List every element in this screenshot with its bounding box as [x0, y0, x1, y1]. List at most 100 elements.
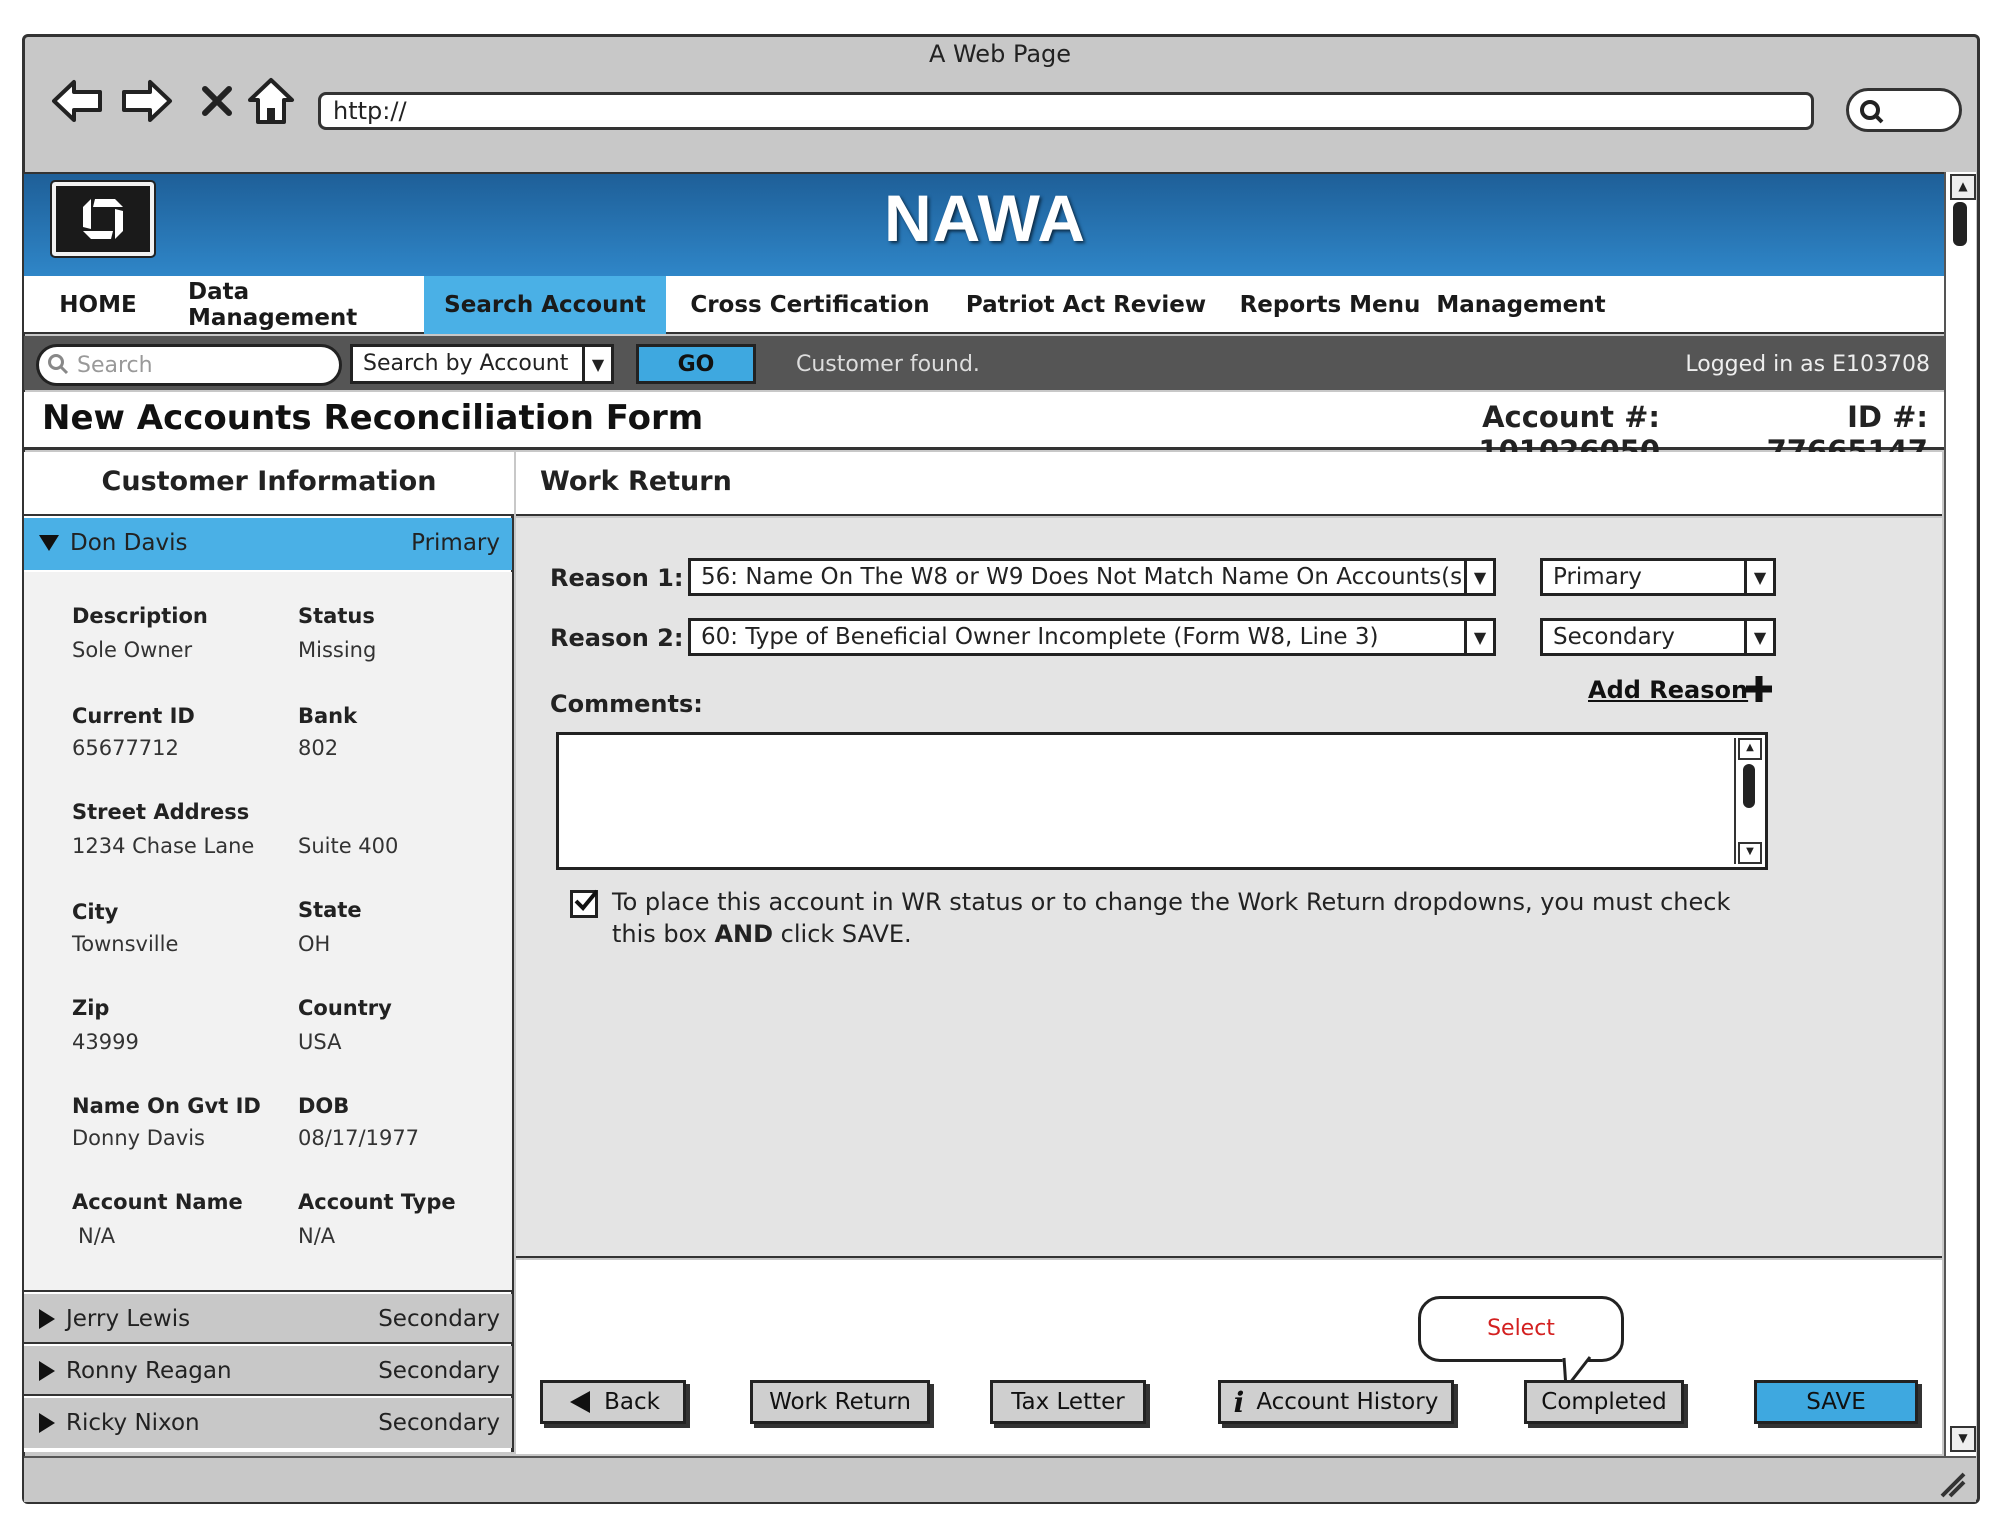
field-value: Townsville	[72, 932, 179, 956]
customer-details: Description Sole Owner Status Missing Cu…	[24, 572, 512, 1292]
nav-reports-menu[interactable]: Reports Menu	[1232, 276, 1428, 334]
action-bar	[516, 1260, 1942, 1454]
wr-status-checkbox[interactable]	[570, 889, 598, 918]
back-button[interactable]: Back	[540, 1380, 686, 1424]
back-arrow-icon[interactable]	[48, 72, 106, 130]
scroll-up-icon[interactable]: ▲	[1950, 174, 1976, 200]
reason1-label: Reason 1:	[550, 564, 684, 592]
customer-row-primary[interactable]: Don Davis Primary	[24, 518, 512, 570]
browser-status-bar	[24, 1456, 1976, 1502]
scroll-thumb[interactable]	[1743, 764, 1755, 808]
triangle-right-icon	[39, 1413, 55, 1433]
chevron-down-icon[interactable]: ▼	[1744, 621, 1773, 653]
url-bar[interactable]: http://	[318, 92, 1814, 130]
home-icon[interactable]	[242, 72, 300, 130]
field-label: City	[72, 900, 119, 924]
search-by-value: Search by Account	[363, 351, 569, 376]
field-label: Account Name	[72, 1190, 243, 1214]
chevron-down-icon[interactable]: ▼	[1744, 561, 1773, 593]
nav-patriot-act-review[interactable]: Patriot Act Review	[964, 276, 1208, 334]
reason2-role-value: Secondary	[1553, 624, 1675, 650]
back-label: Back	[604, 1389, 660, 1415]
field-value: Sole Owner	[72, 638, 193, 662]
forward-arrow-icon[interactable]	[118, 72, 176, 130]
scroll-down-icon[interactable]: ▼	[1738, 842, 1762, 864]
nav-home[interactable]: HOME	[40, 276, 156, 334]
completed-button[interactable]: Completed	[1524, 1380, 1684, 1424]
reason1-select[interactable]: 56: Name On The W8 or W9 Does Not Match …	[688, 558, 1496, 596]
magnifier-icon	[1860, 100, 1884, 124]
customer-role: Secondary	[378, 1306, 500, 1332]
field-value: N/A	[78, 1224, 116, 1248]
field-label: Description	[72, 604, 208, 628]
field-value: USA	[298, 1030, 342, 1054]
checkmark-icon	[574, 889, 597, 911]
page-scrollbar[interactable]: ▲ ▼	[1944, 172, 1976, 1456]
nav-search-account[interactable]: Search Account	[424, 276, 666, 334]
nav-management[interactable]: Management	[1436, 276, 1605, 334]
browser-search-field[interactable]	[1846, 88, 1962, 132]
field-value: N/A	[298, 1224, 336, 1248]
nav-cross-certification[interactable]: Cross Certification	[690, 276, 930, 334]
select-callout: Select	[1418, 1296, 1624, 1362]
save-button[interactable]: SAVE	[1754, 1380, 1918, 1424]
field-value: 65677712	[72, 736, 179, 760]
reason2-label: Reason 2:	[550, 624, 684, 652]
field-value: 802	[298, 736, 339, 760]
logged-in-user: Logged in as E103708	[1685, 352, 1930, 377]
field-value: Donny Davis	[72, 1126, 205, 1150]
field-label: Status	[298, 604, 375, 628]
customer-role: Primary	[411, 530, 500, 556]
nav-data-management[interactable]: Data Management	[188, 276, 414, 334]
scroll-up-icon[interactable]: ▲	[1738, 738, 1762, 760]
search-by-select[interactable]: Search by Account ▼	[350, 344, 614, 384]
customer-name: Ronny Reagan	[66, 1358, 232, 1384]
wr-note-part2: click SAVE.	[773, 920, 912, 948]
comments-textarea[interactable]	[556, 732, 1768, 870]
browser-title: A Web Page	[928, 40, 1072, 68]
chevron-down-icon[interactable]: ▼	[582, 347, 611, 381]
reason2-select[interactable]: 60: Type of Beneficial Owner Incomplete …	[688, 618, 1496, 656]
field-label: Country	[298, 996, 392, 1020]
add-reason-link[interactable]: Add Reason	[1588, 676, 1748, 704]
field-label: DOB	[298, 1094, 350, 1118]
customer-row-secondary[interactable]: Ronny Reagan Secondary	[24, 1346, 512, 1396]
reason2-role-select[interactable]: Secondary ▼	[1540, 618, 1776, 656]
triangle-right-icon	[39, 1309, 55, 1329]
tax-letter-button[interactable]: Tax Letter	[990, 1380, 1146, 1424]
reason1-role-select[interactable]: Primary ▼	[1540, 558, 1776, 596]
go-button[interactable]: GO	[636, 344, 756, 384]
wr-note-bold: AND	[714, 920, 774, 948]
stop-icon[interactable]	[188, 72, 246, 130]
left-triangle-icon	[570, 1391, 591, 1413]
customer-name: Ricky Nixon	[66, 1410, 200, 1436]
search-input[interactable]: Search	[36, 344, 342, 386]
field-label: State	[298, 898, 362, 922]
customer-row-secondary[interactable]: Jerry Lewis Secondary	[24, 1294, 512, 1344]
customer-row-secondary[interactable]: Ricky Nixon Secondary	[24, 1398, 512, 1448]
work-return-heading: Work Return	[516, 452, 1942, 516]
work-return-button[interactable]: Work Return	[750, 1380, 930, 1424]
account-history-label: Account History	[1256, 1389, 1439, 1415]
account-history-button[interactable]: i Account History	[1218, 1380, 1454, 1424]
plus-icon[interactable]	[1744, 674, 1774, 704]
customer-role: Secondary	[378, 1410, 500, 1436]
scroll-down-icon[interactable]: ▼	[1950, 1426, 1976, 1452]
customer-info-heading: Customer Information	[24, 452, 514, 516]
field-label: Street Address	[72, 800, 250, 824]
triangle-down-icon	[39, 535, 59, 551]
field-label: Current ID	[72, 704, 195, 728]
scroll-thumb[interactable]	[1953, 202, 1967, 246]
field-value: Missing	[298, 638, 377, 662]
field-label: Name On Gvt ID	[72, 1094, 261, 1118]
page-title: New Accounts Reconciliation Form	[42, 398, 704, 438]
customer-role: Secondary	[378, 1358, 500, 1384]
comments-scrollbar[interactable]: ▲ ▼	[1734, 738, 1762, 864]
field-label: Bank	[298, 704, 358, 728]
chevron-down-icon[interactable]: ▼	[1464, 561, 1493, 593]
resize-grip-icon[interactable]	[1936, 1468, 1966, 1498]
reason1-role-value: Primary	[1553, 564, 1642, 590]
app-title: NAWA	[884, 181, 1086, 255]
wr-instruction-text: To place this account in WR status or to…	[612, 886, 1762, 950]
chevron-down-icon[interactable]: ▼	[1464, 621, 1493, 653]
